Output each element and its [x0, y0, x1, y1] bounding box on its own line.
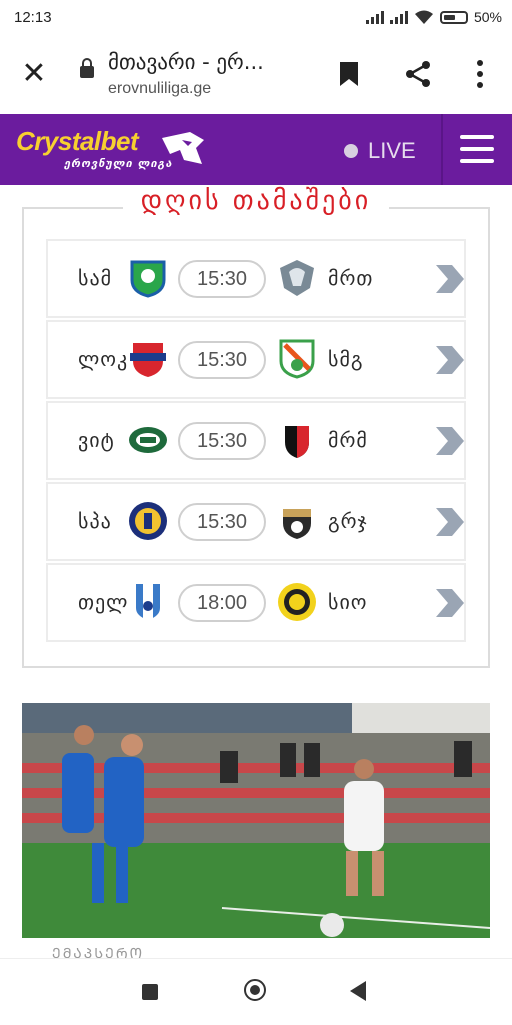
- match-row[interactable]: სამ 15:30 მრთ: [46, 239, 466, 318]
- back-icon[interactable]: [350, 981, 366, 1001]
- todays-games-title: დღის თამაშები: [122, 186, 390, 216]
- lock-icon: [80, 58, 94, 78]
- away-team: მრთ: [328, 266, 374, 290]
- system-nav-bar: [0, 958, 512, 1025]
- browser-toolbar: ✕ მთავარი - ერ... erovnuliliga.ge: [0, 36, 512, 115]
- status-icons: 50%: [365, 9, 502, 25]
- bookmark-icon[interactable]: [340, 62, 358, 86]
- live-dot-icon: [344, 144, 358, 158]
- battery-icon: [439, 10, 468, 24]
- match-row[interactable]: სპა 15:30 გრჯ: [46, 482, 466, 561]
- hamburger-menu-icon[interactable]: [460, 135, 494, 163]
- match-time: 15:30: [178, 422, 266, 460]
- more-options-icon[interactable]: [470, 58, 490, 90]
- todays-games-title-wrap: დღის თამაშები: [0, 186, 512, 216]
- warrior-head-icon: [162, 132, 204, 164]
- chevron-right-icon[interactable]: [432, 342, 468, 378]
- chevron-right-icon[interactable]: [432, 261, 468, 297]
- away-team: მრმ: [328, 428, 368, 452]
- chevron-right-icon[interactable]: [432, 504, 468, 540]
- match-row[interactable]: ვიტ 15:30 მრმ: [46, 401, 466, 480]
- live-label: LIVE: [368, 138, 416, 163]
- recent-apps-icon[interactable]: [142, 984, 158, 1000]
- status-bar: 12:13 50%: [0, 0, 512, 36]
- browser-url[interactable]: erovnuliliga.ge: [108, 80, 211, 98]
- browser-page-title[interactable]: მთავარი - ერ...: [108, 50, 318, 74]
- match-row[interactable]: ლოკ 15:30 სმგ: [46, 320, 466, 399]
- home-team: სამ: [78, 266, 113, 290]
- crystalbet-logo[interactable]: Crystalbet ეროვნული ლიგა: [16, 126, 216, 176]
- telavi-crest-icon: [136, 584, 160, 620]
- home-team: ლოკ: [78, 347, 129, 371]
- samgurali-green-crest-icon: [279, 339, 315, 379]
- close-tab-icon[interactable]: ✕: [18, 58, 50, 90]
- spaeri-crest-icon: [129, 502, 167, 540]
- gareji-crest-icon: [283, 509, 311, 539]
- news-photo[interactable]: [22, 703, 490, 938]
- match-time: 15:30: [178, 503, 266, 541]
- logo-brand-text: Crystalbet: [16, 126, 139, 156]
- samgurali-crest-icon: [130, 260, 166, 298]
- match-time: 15:30: [178, 260, 266, 298]
- merani-martvili-crest-icon: [285, 426, 309, 458]
- merani-crest-icon: [280, 260, 314, 296]
- away-team: სმგ: [328, 347, 364, 371]
- home-team: თელ: [78, 590, 129, 614]
- status-time: 12:13: [14, 9, 52, 26]
- home-icon[interactable]: [244, 979, 266, 1001]
- home-team: ვიტ: [78, 428, 115, 452]
- lokomotivi-crest-icon: [130, 343, 166, 377]
- match-time: 15:30: [178, 341, 266, 379]
- signal-icon-2: [389, 10, 408, 24]
- match-time: 18:00: [178, 584, 266, 622]
- away-team: გრჯ: [328, 509, 368, 533]
- header-divider: [441, 114, 443, 185]
- match-row[interactable]: თელ 18:00 სიო: [46, 563, 466, 642]
- live-button[interactable]: LIVE: [344, 138, 416, 164]
- logo-sub-text: ეროვნული ლიგა: [64, 157, 173, 170]
- sioni-crest-icon: [278, 583, 316, 621]
- vit-georgia-crest-icon: [129, 427, 167, 453]
- home-team: სპა: [78, 509, 112, 533]
- share-icon[interactable]: [404, 60, 432, 88]
- site-header: Crystalbet ეროვნული ლიგა LIVE: [0, 114, 512, 185]
- chevron-right-icon[interactable]: [432, 423, 468, 459]
- battery-percent: 50%: [473, 9, 502, 25]
- chevron-right-icon[interactable]: [432, 585, 468, 621]
- away-team: სიო: [328, 590, 368, 614]
- wifi-icon: [414, 10, 433, 24]
- signal-icon: [365, 10, 384, 24]
